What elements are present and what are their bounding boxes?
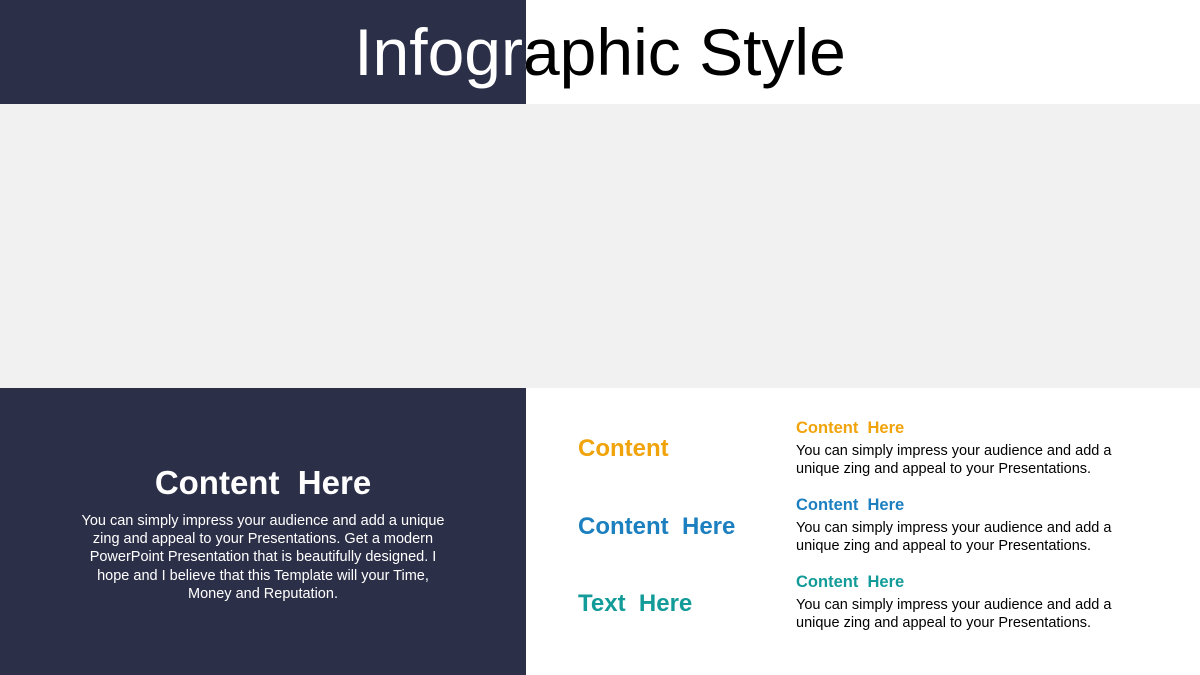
content-item-title: Content Here bbox=[796, 419, 905, 437]
row-label-text-here: Text Here bbox=[578, 590, 693, 617]
content-item-body: You can simply impress your audience and… bbox=[796, 597, 1112, 631]
left-panel-heading: Content Here bbox=[154, 464, 372, 501]
content-item-title: Content Here bbox=[796, 573, 905, 591]
content-item-title: Content Here bbox=[796, 496, 905, 514]
row-label-content-here: Content Here bbox=[578, 513, 736, 540]
row-label-content: Content bbox=[578, 435, 669, 462]
image-placeholder bbox=[0, 104, 1200, 388]
content-item-3: Content Here You can simply impress your… bbox=[796, 572, 1146, 632]
left-panel-body: You can simply impress your audience and… bbox=[81, 513, 445, 602]
content-item-1: Content Here You can simply impress your… bbox=[796, 418, 1146, 478]
content-item-body: You can simply impress your audience and… bbox=[796, 520, 1112, 554]
content-item-2: Content Here You can simply impress your… bbox=[796, 495, 1146, 555]
content-item-body: You can simply impress your audience and… bbox=[796, 443, 1112, 477]
